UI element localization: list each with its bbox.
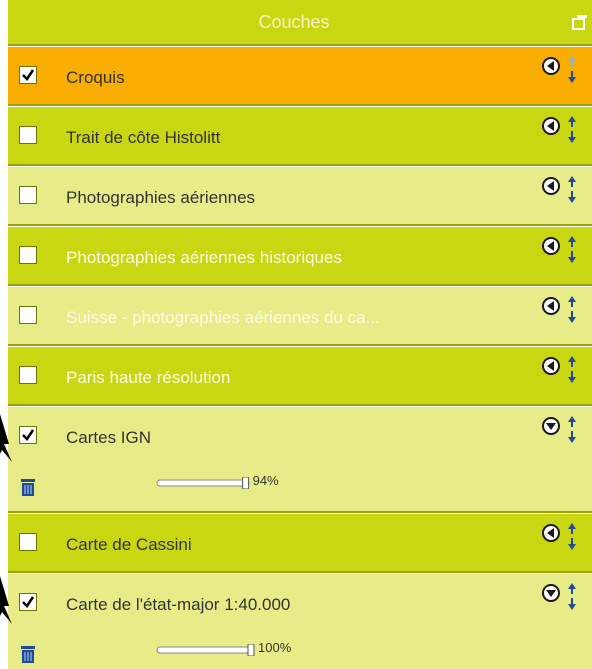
checkmark-icon (22, 596, 35, 608)
layer-label: Suisse - photographies aériennes du ca..… (66, 308, 380, 327)
layer-label: Paris haute résolution (66, 368, 231, 387)
layer-checkbox[interactable] (19, 66, 37, 84)
layer-checkbox[interactable] (19, 186, 37, 204)
up-down-arrows-icon[interactable] (568, 116, 576, 143)
layer-label: Photographies aériennes (66, 188, 256, 207)
layer-controls (542, 356, 576, 383)
layer-label: Trait de côte Histolitt (66, 128, 221, 147)
circle-arrow-left-icon[interactable] (542, 57, 560, 75)
layer-checkbox[interactable] (19, 533, 37, 551)
circle-arrow-left-icon[interactable] (542, 237, 560, 255)
layer-row[interactable]: Photographies aériennes historiques (8, 226, 592, 286)
undock-window-icon[interactable] (572, 14, 588, 30)
layer-row[interactable]: Photographies aériennes (8, 166, 592, 226)
layer-controls (542, 56, 576, 83)
layer-checkbox[interactable] (19, 126, 37, 144)
layer-checkbox[interactable] (19, 593, 37, 611)
slider-handle[interactable] (242, 477, 250, 489)
layer-row[interactable]: Cartes IGN 94% (8, 406, 592, 513)
up-down-arrows-icon[interactable] (568, 583, 576, 610)
up-down-arrows-icon[interactable] (568, 356, 576, 383)
circle-arrow-left-icon[interactable] (542, 297, 560, 315)
layer-label: Carte de l'état-major 1:40.000 (66, 595, 291, 614)
checkmark-icon (22, 69, 35, 81)
layer-row[interactable]: Paris haute résolution (8, 346, 592, 406)
up-down-arrows-icon[interactable] (568, 176, 576, 203)
layer-controls (542, 176, 576, 203)
layer-row[interactable]: Carte de l'état-major 1:40.000 100% (8, 573, 592, 669)
layer-controls (542, 116, 576, 143)
layer-checkbox[interactable] (19, 246, 37, 264)
circle-arrow-down-icon[interactable] (542, 584, 560, 602)
slider-handle[interactable] (247, 644, 255, 656)
up-down-arrows-icon[interactable] (568, 236, 576, 263)
up-down-arrows-icon[interactable] (568, 296, 576, 323)
circle-arrow-left-icon[interactable] (542, 357, 560, 375)
layer-checkbox[interactable] (19, 366, 37, 384)
opacity-slider[interactable] (156, 477, 259, 489)
layer-label: Cartes IGN (66, 428, 152, 447)
layer-controls (542, 583, 576, 610)
layer-row[interactable]: Croquis (8, 46, 592, 106)
pointer-arrow-icon (0, 414, 12, 462)
layer-label: Croquis (66, 68, 125, 87)
layer-label: Carte de Cassini (66, 535, 192, 554)
layer-controls (542, 236, 576, 263)
circle-arrow-left-icon[interactable] (542, 177, 560, 195)
circle-arrow-left-icon[interactable] (542, 117, 560, 135)
layer-controls (542, 296, 576, 323)
layer-controls (542, 416, 576, 443)
layer-checkbox[interactable] (19, 306, 37, 324)
layer-checkbox[interactable] (19, 426, 37, 444)
circle-arrow-left-icon[interactable] (542, 524, 560, 542)
layer-row[interactable]: Suisse - photographies aériennes du ca..… (8, 286, 592, 346)
opacity-slider[interactable] (156, 644, 259, 656)
up-down-arrows-icon[interactable] (568, 523, 576, 550)
pointer-arrow-icon (0, 576, 12, 624)
trash-icon[interactable] (20, 644, 36, 664)
layers-panel: Couches Croquis Trait de côte Histolitt Ph… (8, 0, 592, 669)
circle-arrow-down-icon[interactable] (542, 417, 560, 435)
up-down-arrows-icon[interactable] (568, 56, 576, 83)
layer-row[interactable]: Carte de Cassini (8, 513, 592, 573)
layer-label: Photographies aériennes historiques (66, 248, 342, 267)
opacity-value: 100% (258, 640, 292, 655)
layer-row[interactable]: Trait de côte Histolitt (8, 106, 592, 166)
panel-header: Couches (8, 0, 592, 46)
layer-controls (542, 523, 576, 550)
panel-title: Couches (258, 11, 330, 32)
checkmark-icon (22, 429, 35, 441)
opacity-value: 94% (252, 473, 279, 488)
layer-list: Croquis Trait de côte Histolitt Photograph… (8, 46, 592, 669)
trash-icon[interactable] (20, 477, 36, 497)
up-down-arrows-icon[interactable] (568, 416, 576, 443)
